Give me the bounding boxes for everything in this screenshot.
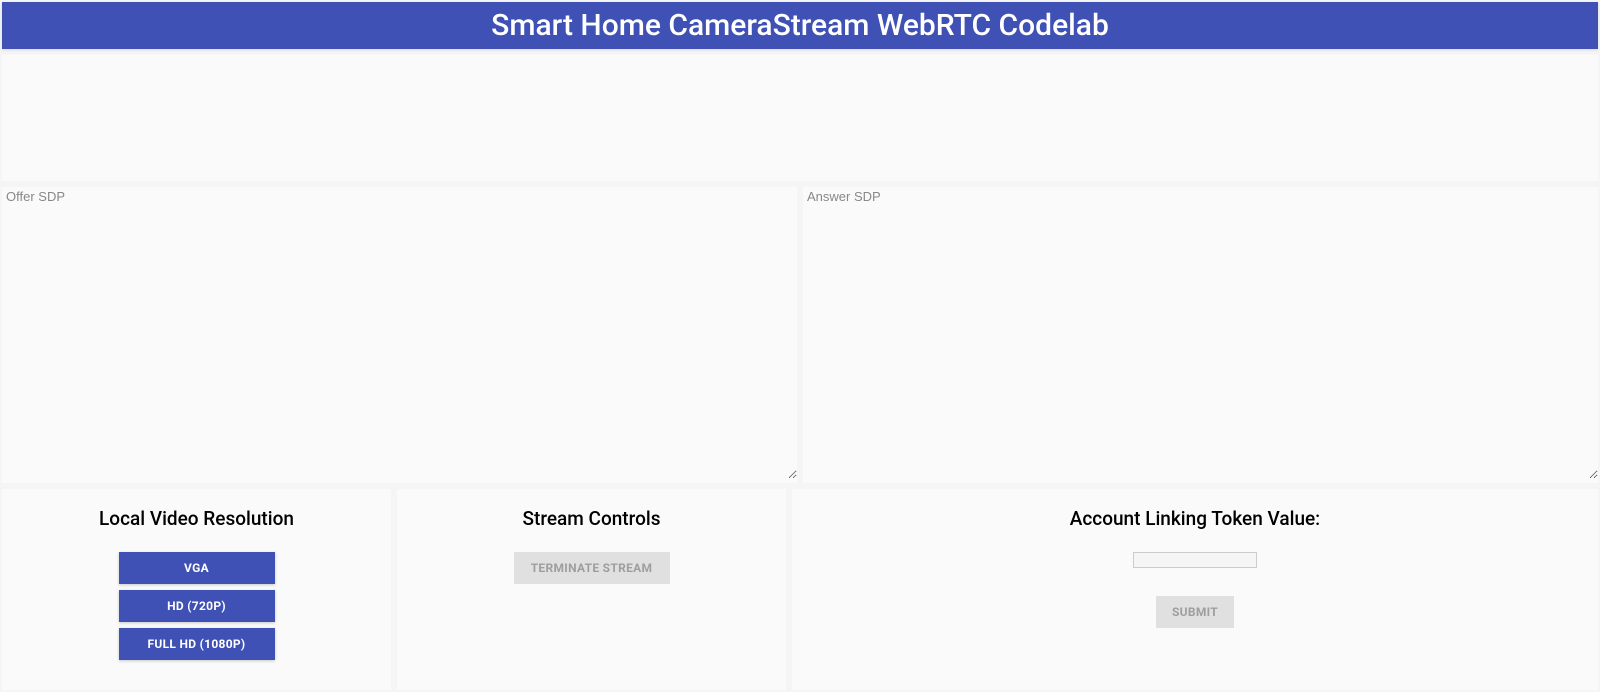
sdp-row [2,187,1598,483]
account-linking-panel: Account Linking Token Value: SUBMIT [792,489,1598,690]
answer-sdp-box [803,187,1598,483]
controls-row: Local Video Resolution VGA HD (720P) FUL… [2,489,1598,690]
page-title: Smart Home CameraStream WebRTC Codelab [491,8,1109,43]
stream-controls-heading: Stream Controls [407,507,776,530]
stream-controls-panel: Stream Controls TERMINATE STREAM [397,489,786,690]
answer-sdp-textarea[interactable] [803,187,1598,479]
terminate-stream-button[interactable]: TERMINATE STREAM [514,552,670,584]
vga-button[interactable]: VGA [119,552,275,584]
offer-sdp-textarea[interactable] [2,187,797,479]
resolution-heading: Local Video Resolution [12,507,381,530]
submit-button[interactable]: SUBMIT [1156,596,1234,628]
fullhd-button[interactable]: FULL HD (1080P) [119,628,275,660]
page-header: Smart Home CameraStream WebRTC Codelab [2,2,1598,49]
resolution-panel: Local Video Resolution VGA HD (720P) FUL… [2,489,391,690]
token-input[interactable] [1133,552,1257,568]
video-preview-area [2,55,1598,181]
hd-button[interactable]: HD (720P) [119,590,275,622]
account-linking-heading: Account Linking Token Value: [802,507,1588,530]
offer-sdp-box [2,187,797,483]
